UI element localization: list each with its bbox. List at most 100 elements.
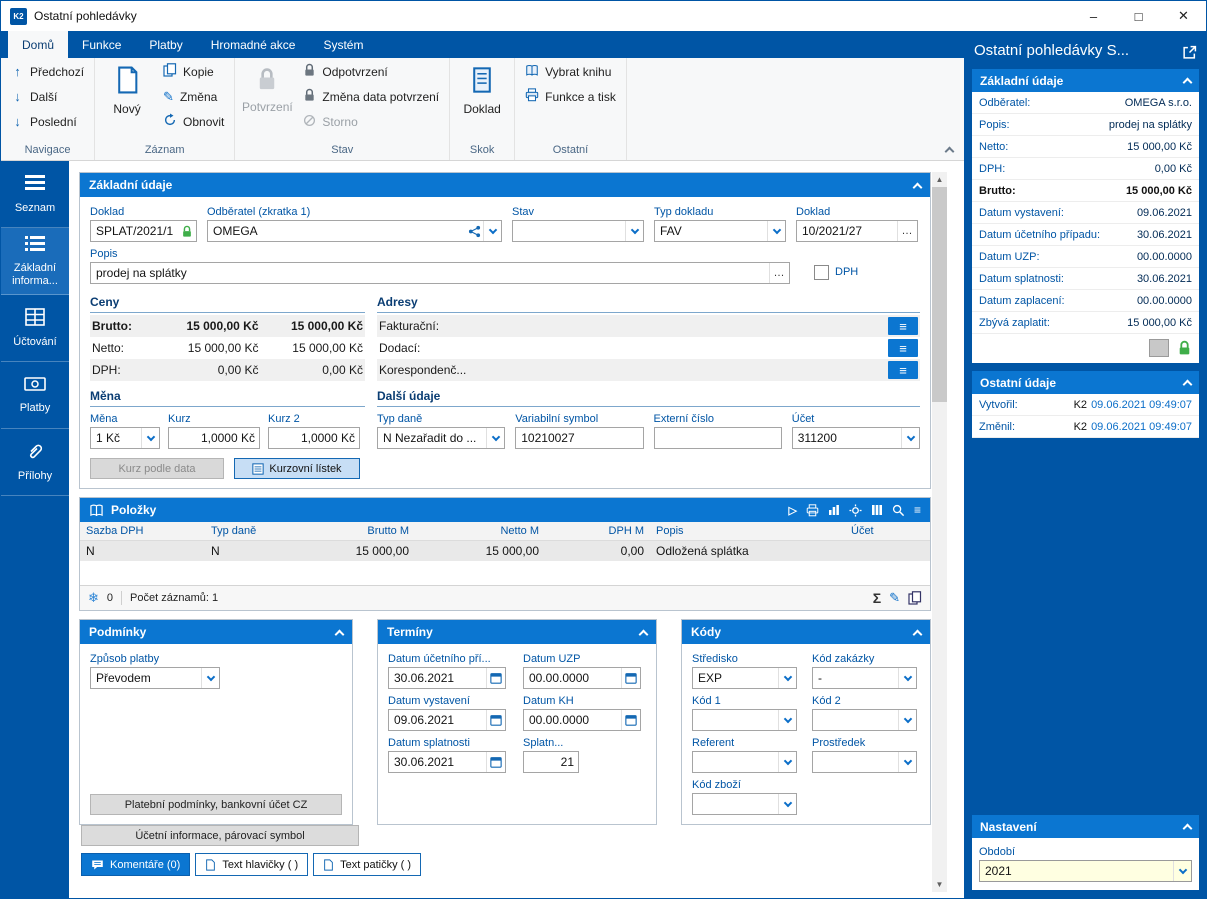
next-button[interactable]: ↓ Další xyxy=(4,84,91,109)
typ-dokladu-select[interactable]: FAV xyxy=(654,220,786,242)
sidebar-item-zakladni-informace[interactable]: Základní informa... xyxy=(1,228,69,295)
chevron-down-icon[interactable] xyxy=(625,221,643,241)
sum-icon[interactable]: Σ xyxy=(873,590,881,606)
text-paticky-tab[interactable]: Text patičky ( ) xyxy=(313,853,422,876)
datum-kh-input[interactable]: 00.00.0000 xyxy=(523,709,641,731)
stav-select[interactable] xyxy=(512,220,644,242)
externi-cislo-input[interactable] xyxy=(653,427,782,449)
chevron-down-icon[interactable] xyxy=(898,752,916,772)
doklad-input[interactable]: SPLAT/2021/1 xyxy=(90,220,197,242)
minimize-button[interactable]: – xyxy=(1071,2,1116,31)
chevron-down-icon[interactable] xyxy=(483,221,501,241)
chevron-down-icon[interactable] xyxy=(201,668,219,688)
column-header-brutto-m[interactable]: Brutto M xyxy=(290,522,415,541)
chevron-down-icon[interactable] xyxy=(778,668,796,688)
search-icon[interactable] xyxy=(892,504,905,517)
new-button[interactable]: Nový xyxy=(98,59,156,116)
chevron-down-icon[interactable] xyxy=(898,710,916,730)
pencil-icon[interactable]: ✎ xyxy=(889,590,900,606)
change-button[interactable]: ✎ Změna xyxy=(156,84,231,109)
tab-platby[interactable]: Platby xyxy=(135,31,196,58)
table-row[interactable]: N N 15 000,00 15 000,00 0,00 Odložená sp… xyxy=(80,540,930,561)
address-menu-button[interactable]: ≡ xyxy=(888,361,918,379)
zakladni-udaje-header[interactable]: Základní údaje xyxy=(80,173,930,197)
mena-select[interactable]: 1 Kč xyxy=(90,427,160,449)
address-menu-button[interactable]: ≡ xyxy=(888,317,918,335)
referent-select[interactable] xyxy=(692,751,797,773)
prostredek-select[interactable] xyxy=(812,751,917,773)
kod2-select[interactable] xyxy=(812,709,917,731)
komentare-tab[interactable]: Komentáře (0) xyxy=(81,853,191,876)
scrollbar-up-button[interactable]: ▲ xyxy=(932,172,947,187)
chevron-down-icon[interactable] xyxy=(486,428,504,448)
popis-input[interactable]: prodej na splátky … xyxy=(90,262,790,284)
column-header-sazba-dph[interactable]: Sazba DPH xyxy=(80,522,205,541)
copy-button[interactable]: Kopie xyxy=(156,59,231,84)
gear-icon[interactable] xyxy=(849,503,862,517)
column-header-typ-dane[interactable]: Typ daně xyxy=(205,522,290,541)
functions-print-button[interactable]: Funkce a tisk xyxy=(518,84,623,109)
column-header-ucet[interactable]: Účet xyxy=(845,522,930,541)
chevron-down-icon[interactable] xyxy=(778,710,796,730)
chevron-down-icon[interactable] xyxy=(767,221,785,241)
calendar-icon[interactable] xyxy=(486,668,505,688)
obdobi-select[interactable]: 2021 xyxy=(979,860,1192,882)
ellipsis-button[interactable]: … xyxy=(769,263,789,283)
previous-button[interactable]: ↑ Předchozí xyxy=(4,59,91,84)
kod-zakazky-select[interactable]: - xyxy=(812,667,917,689)
datum-vystaveni-input[interactable]: 09.06.2021 xyxy=(388,709,506,731)
chevron-down-icon[interactable] xyxy=(778,794,796,814)
confirm-button[interactable]: Potvrzení xyxy=(238,59,296,114)
zpusob-platby-select[interactable]: Převodem xyxy=(90,667,220,689)
text-hlavicky-tab[interactable]: Text hlavičky ( ) xyxy=(195,853,309,876)
address-menu-button[interactable]: ≡ xyxy=(888,339,918,357)
datum-uctoniho-pripadu-input[interactable]: 30.06.2021 xyxy=(388,667,506,689)
select-book-button[interactable]: Vybrat knihu xyxy=(518,59,623,84)
splatnost-input[interactable]: 21 xyxy=(523,751,579,773)
kurz-podle-data-button[interactable]: Kurz podle data xyxy=(90,458,224,479)
kurz2-input[interactable]: 1,0000 Kč xyxy=(268,427,360,449)
column-header-netto-m[interactable]: Netto M xyxy=(415,522,545,541)
doklad-cislo-input[interactable]: 10/2021/27 … xyxy=(796,220,918,242)
ellipsis-button[interactable]: … xyxy=(897,221,917,241)
dph-checkbox[interactable] xyxy=(814,264,829,280)
storno-button[interactable]: Storno xyxy=(296,109,446,134)
terminy-header[interactable]: Termíny xyxy=(378,620,656,644)
podminky-header[interactable]: Podmínky xyxy=(80,620,352,644)
kurz-input[interactable]: 1,0000 Kč xyxy=(168,427,260,449)
column-header-popis[interactable]: Popis xyxy=(650,522,845,541)
tab-hromadne-akce[interactable]: Hromadné akce xyxy=(197,31,310,58)
calendar-icon[interactable] xyxy=(621,668,640,688)
columns-icon[interactable] xyxy=(871,504,883,516)
chevron-down-icon[interactable] xyxy=(901,428,919,448)
odberatel-input[interactable]: OMEGA xyxy=(207,220,502,242)
ostatni-udaje-card-header[interactable]: Ostatní údaje xyxy=(972,371,1199,394)
zakladni-udaje-card-header[interactable]: Základní údaje xyxy=(972,69,1199,92)
run-icon[interactable]: ▷ xyxy=(789,504,797,517)
last-button[interactable]: ↓ Poslední xyxy=(4,109,91,134)
kody-header[interactable]: Kódy xyxy=(682,620,930,644)
copy-row-icon[interactable] xyxy=(908,591,922,605)
typ-dane-select[interactable]: N Nezařadit do ... xyxy=(377,427,506,449)
chevron-down-icon[interactable] xyxy=(778,752,796,772)
tab-domu[interactable]: Domů xyxy=(8,31,69,58)
chevron-down-icon[interactable] xyxy=(1173,861,1191,881)
nastaveni-card-header[interactable]: Nastavení xyxy=(972,815,1199,838)
relations-icon[interactable] xyxy=(468,225,481,238)
chevron-down-icon[interactable] xyxy=(141,428,159,448)
menu-icon[interactable]: ≡ xyxy=(914,503,921,517)
datum-uzp-input[interactable]: 00.00.0000 xyxy=(523,667,641,689)
variabilni-symbol-input[interactable]: 10210027 xyxy=(515,427,644,449)
platebni-podminky-button[interactable]: Platební podmínky, bankovní účet CZ xyxy=(90,794,342,815)
change-confirm-date-button[interactable]: Změna data potvrzení xyxy=(296,84,446,109)
print-icon[interactable] xyxy=(806,503,819,517)
calendar-icon[interactable] xyxy=(486,752,505,772)
close-button[interactable]: ✕ xyxy=(1161,2,1206,31)
calendar-icon[interactable] xyxy=(621,710,640,730)
ucetni-informace-button[interactable]: Účetní informace, párovací symbol xyxy=(81,825,359,846)
jump-doklad-button[interactable]: Doklad xyxy=(453,59,511,116)
column-header-dph-m[interactable]: DPH M xyxy=(545,522,650,541)
sidebar-item-seznam[interactable]: Seznam xyxy=(1,161,69,228)
refresh-button[interactable]: Obnovit xyxy=(156,109,231,134)
scrollbar-thumb[interactable] xyxy=(932,187,947,402)
